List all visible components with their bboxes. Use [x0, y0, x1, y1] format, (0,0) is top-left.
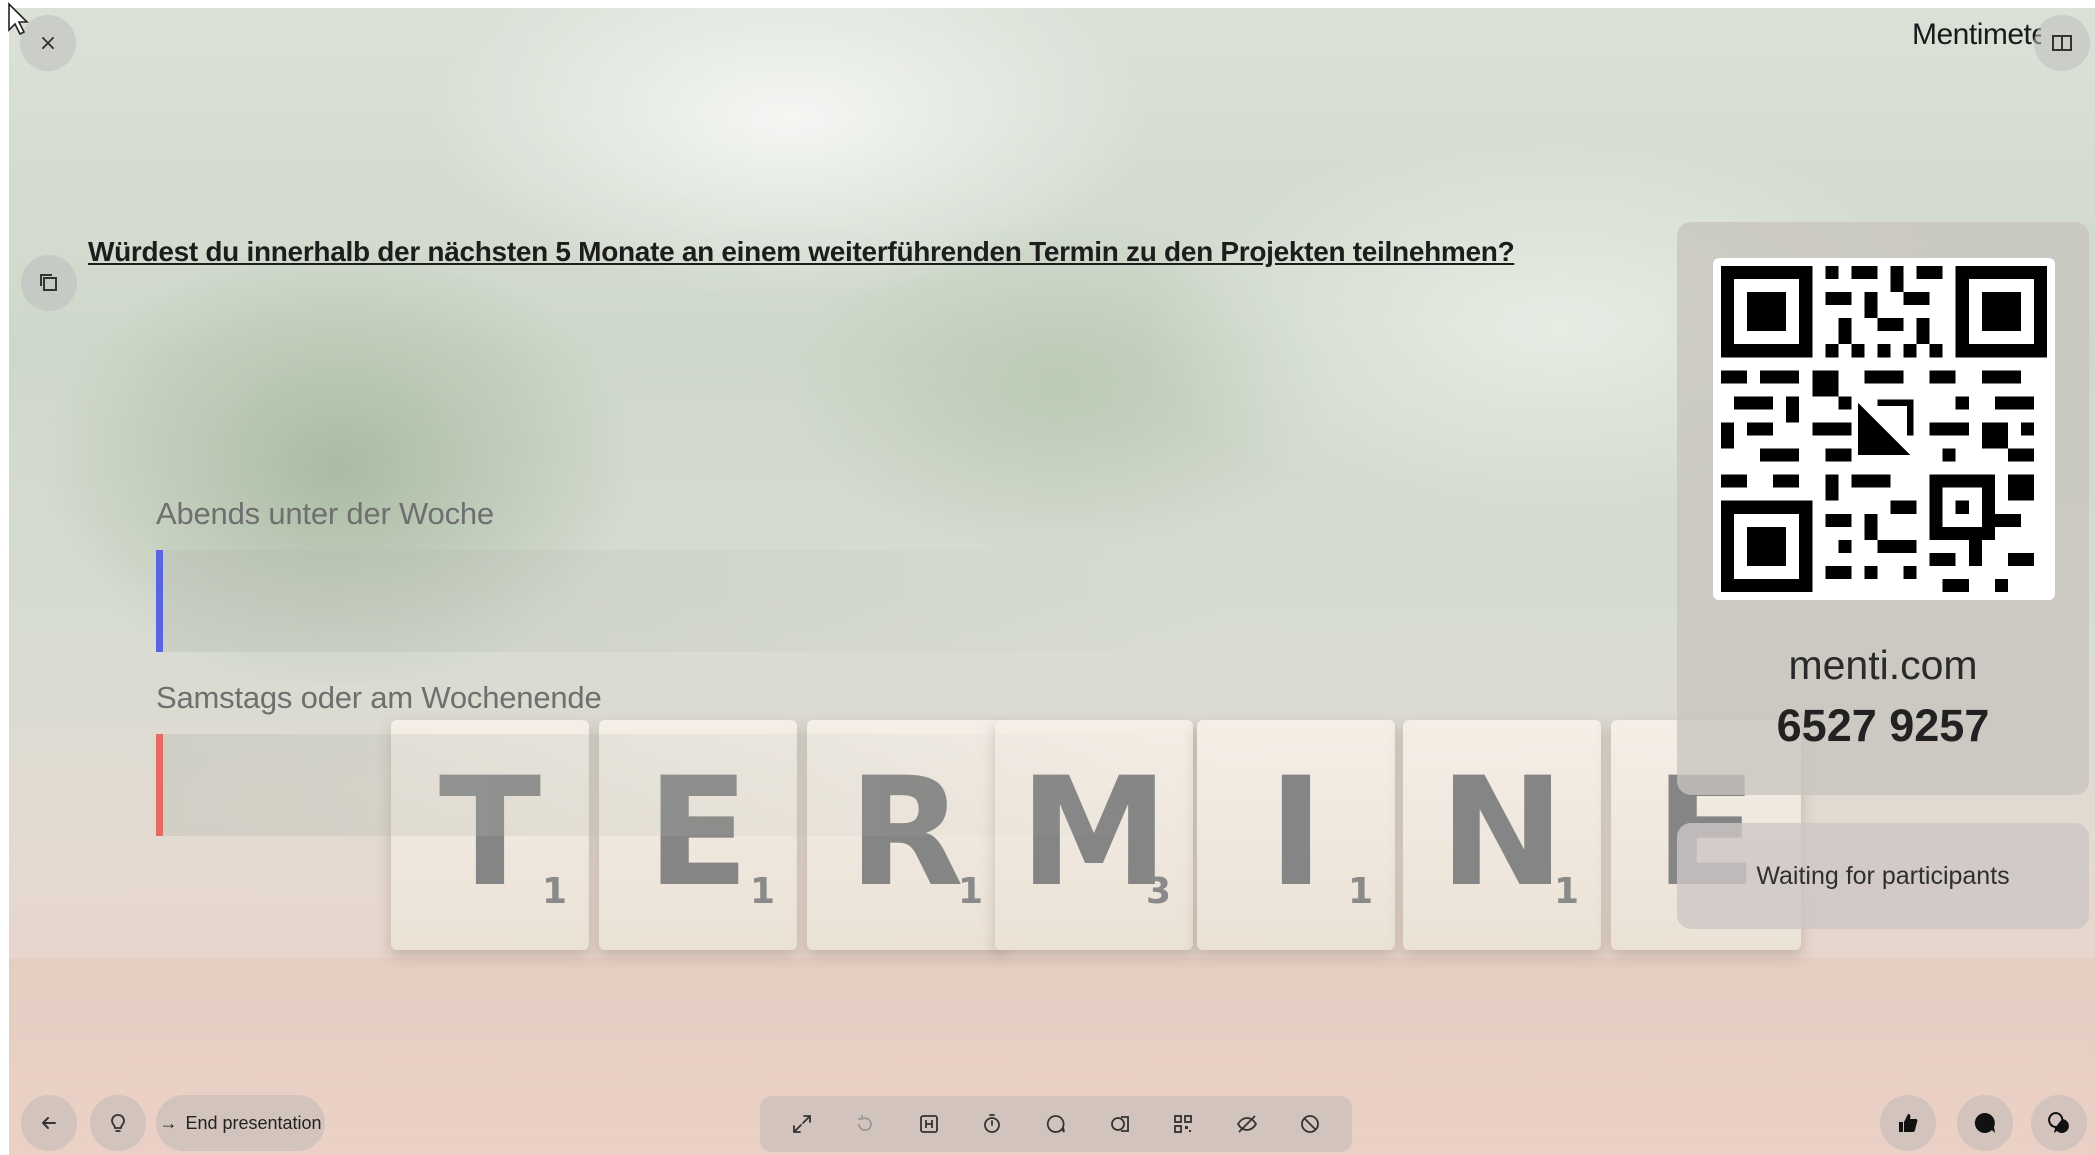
- option-bar: [156, 550, 163, 652]
- tile-points: 1: [957, 871, 983, 912]
- duplicate-button[interactable]: [21, 255, 77, 311]
- mentimeter-logo: Mentimeter: [1906, 18, 2041, 52]
- qr-code[interactable]: [1713, 258, 2055, 600]
- copy-icon: [40, 274, 57, 291]
- logo-text: Mentimeter: [1912, 18, 2041, 51]
- end-presentation-button[interactable]: → End presentation: [156, 1095, 325, 1151]
- shapes-button[interactable]: [1105, 1109, 1135, 1139]
- tile-points: 1: [541, 871, 567, 912]
- toggle-sidebar-button[interactable]: [2034, 15, 2090, 71]
- end-presentation-label: End presentation: [185, 1112, 322, 1133]
- arrow-right-icon: →: [159, 1112, 178, 1133]
- hide-heading-icon: [919, 1115, 938, 1133]
- chat-bubbles-icon: [2048, 1111, 2069, 1133]
- expand-icon: [792, 1115, 811, 1133]
- presenter-toolbar: [760, 1096, 1352, 1152]
- reset-results-icon: [858, 1115, 873, 1132]
- hide-results-icon: [1236, 1115, 1257, 1133]
- qr-code-icon: [1174, 1115, 1192, 1133]
- arrow-left-icon: [42, 1117, 56, 1129]
- qr-code-button[interactable]: [1168, 1109, 1198, 1139]
- tile: I 1: [1197, 720, 1395, 950]
- participant-status: Waiting for participants: [1677, 823, 2089, 929]
- reset-results-button[interactable]: [850, 1109, 880, 1139]
- shapes-icon: [1110, 1116, 1129, 1132]
- thumbs-up-icon: [1899, 1114, 1918, 1132]
- back-button[interactable]: [21, 1095, 77, 1151]
- join-domain: menti.com: [1788, 642, 1978, 688]
- disable-voting-button[interactable]: [1295, 1109, 1325, 1139]
- tips-button[interactable]: [90, 1095, 146, 1151]
- timer-icon: [984, 1114, 1001, 1133]
- disable-voting-icon: [1301, 1115, 1320, 1133]
- tile-points: 1: [749, 871, 775, 912]
- qr-code-icon: [1721, 266, 2047, 592]
- option-row: Samstags oder am Wochenende: [156, 680, 1216, 836]
- option-row: Abends unter der Woche: [156, 496, 1216, 652]
- option-track: [156, 734, 1216, 836]
- option-label: Abends unter der Woche: [156, 496, 494, 531]
- tile-points: 3: [1145, 871, 1171, 912]
- hide-results-button[interactable]: [1232, 1109, 1262, 1139]
- expand-button[interactable]: [787, 1109, 817, 1139]
- question-title: Würdest du innerhalb der nächsten 5 Mona…: [88, 236, 1515, 267]
- hide-heading-button[interactable]: [914, 1109, 944, 1139]
- reactions-button[interactable]: [1880, 1095, 1936, 1151]
- tile-points: 1: [1553, 871, 1579, 912]
- option-track: [156, 550, 1216, 652]
- split-view-icon: [2052, 35, 2072, 51]
- audience-qa-button[interactable]: [1957, 1095, 2013, 1151]
- comments-button[interactable]: [1041, 1109, 1071, 1139]
- join-instructions-panel: menti.com 6527 9257: [1677, 222, 2089, 795]
- tile: N 1: [1403, 720, 1601, 950]
- lightbulb-icon: [111, 1114, 125, 1132]
- timer-button[interactable]: [977, 1109, 1007, 1139]
- close-icon: ×: [38, 30, 58, 56]
- option-label: Samstags oder am Wochenende: [156, 680, 602, 715]
- tile-points: 1: [1347, 871, 1373, 912]
- comments-icon: [1046, 1115, 1065, 1133]
- chat-button[interactable]: [2031, 1095, 2087, 1151]
- mouse-cursor-icon: [8, 2, 29, 36]
- chat-bubble-icon: [1974, 1112, 1995, 1133]
- option-bar: [156, 734, 163, 836]
- join-code: 6527 9257: [1776, 700, 1990, 751]
